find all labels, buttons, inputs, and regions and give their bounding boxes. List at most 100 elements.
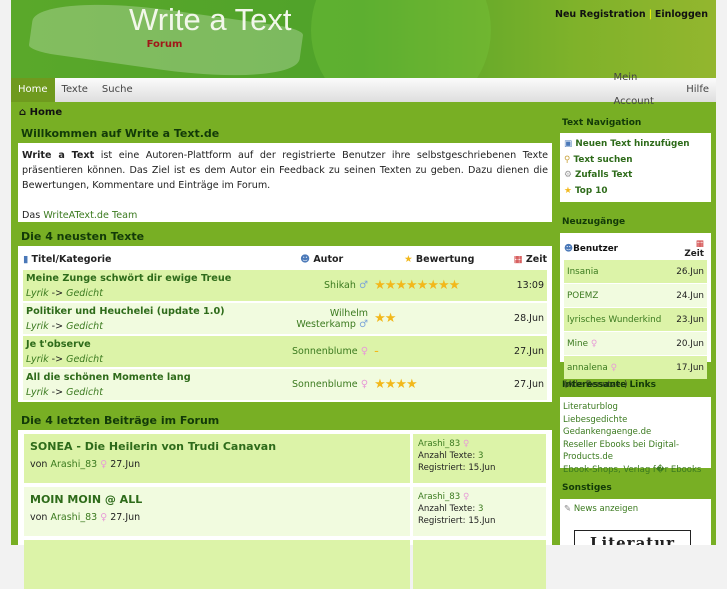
female-icon: ♀	[610, 362, 618, 373]
post-date: 27.Jun	[110, 512, 141, 523]
author-link[interactable]: Sonnenblume	[292, 346, 358, 357]
neu-box: ☻Benutzer ▦ Zeit Insania 26.Jun POEMZ 24.J…	[560, 233, 711, 390]
links-box: Literaturblog Liebesgedichte Gedankengae…	[560, 397, 711, 475]
nav-suche[interactable]: Suche	[95, 78, 140, 102]
nav-texte[interactable]: Texte	[55, 78, 95, 102]
link-literaturblog[interactable]: Literaturblog	[563, 401, 708, 414]
forum-box: SONEA - Die Heilerin von Trudi Canavan vo…	[18, 430, 552, 589]
text-category: Lyrik -> Gedicht	[26, 321, 269, 332]
subcategory-link[interactable]: Gedicht	[66, 387, 103, 398]
team-link[interactable]: WriteAText.de Team	[43, 210, 137, 221]
join-date: 24.Jun	[676, 290, 704, 301]
misc-title: Sonstiges	[562, 483, 612, 493]
new-user-row[interactable]: annalena ♀ 17.Jun	[564, 356, 707, 379]
search-text-link[interactable]: ⚲ Text suchen	[564, 153, 707, 169]
rating-stars: -	[374, 344, 379, 359]
news-link[interactable]: ✎ News anzeigen	[564, 504, 707, 514]
col-user: Benutzer	[573, 244, 618, 254]
count-label: Anzahl Texte:	[418, 504, 476, 514]
text-row[interactable]: Meine Zunge schwört dir ewige Treue Lyrik…	[23, 270, 547, 301]
add-text-link[interactable]: ▣ Neuen Text hinzufügen	[564, 137, 707, 153]
new-user-row[interactable]: Insania 26.Jun	[564, 260, 707, 283]
author-link[interactable]: Shikah	[324, 280, 356, 291]
text-title[interactable]: Je t'observe	[26, 339, 269, 350]
category-link[interactable]: Lyrik	[26, 387, 49, 398]
col-author: Autor	[313, 253, 344, 265]
nav-home[interactable]: Home	[11, 78, 55, 102]
category-link[interactable]: Lyrik	[26, 321, 49, 332]
welcome-text: ist eine Autoren-Plattform auf der regis…	[22, 150, 549, 191]
join-date: 20.Jun	[676, 338, 704, 349]
text-row[interactable]: Je t'observe Lyrik -> Gedicht Sonnenblume…	[23, 336, 547, 367]
text-title[interactable]: Meine Zunge schwört dir ewige Treue	[26, 273, 269, 284]
post-user-link[interactable]: Arashi_83	[51, 459, 98, 470]
text-row[interactable]: All die schönen Momente lang Lyrik -> Ged…	[23, 369, 547, 400]
subcategory-link[interactable]: Gedicht	[66, 354, 103, 365]
male-icon: ♂	[359, 280, 369, 291]
poster-link[interactable]: Arashi_83	[418, 492, 460, 502]
link-reseller-ebooks[interactable]: Reseller Ebooks bei Digital-Products.de	[563, 439, 708, 464]
link-ebook-shops[interactable]: Ebook-Shops, Verlag f�r Ebooks	[563, 464, 708, 477]
post-by: von	[30, 459, 48, 470]
female-icon: ♀	[462, 492, 470, 502]
new-user-row[interactable]: lyrisches Wunderkind 23.Jun	[564, 308, 707, 331]
text-category: Lyrik -> Gedicht	[26, 288, 269, 299]
female-icon: ♀	[360, 379, 369, 390]
random-text-link[interactable]: ⚙ Zufalls Text	[564, 168, 707, 184]
login-link[interactable]: Einloggen	[655, 9, 708, 20]
forum-post: MOIN MOIN @ ALL von Arashi_83 ♀ 27.Jun Ar…	[24, 487, 546, 536]
top10-link[interactable]: ★ Top 10	[564, 184, 707, 200]
male-icon: ♂	[359, 318, 369, 330]
subcategory-link[interactable]: Gedicht	[66, 321, 103, 332]
post-user-link[interactable]: Arashi_83	[51, 512, 98, 523]
col-title: Titel/Kategorie	[31, 253, 112, 265]
category-link[interactable]: Lyrik	[26, 354, 49, 365]
link-liebesgedichte[interactable]: Liebesgedichte Gedankengaenge.de	[563, 414, 708, 439]
welcome-title: Willkommen auf Write a Text.de	[21, 127, 220, 140]
post-date: 27.Jun	[110, 459, 141, 470]
nav-mein-account[interactable]: Mein Account	[607, 66, 680, 114]
calendar-icon: ▦	[513, 253, 523, 265]
count-label: Anzahl Texte:	[418, 451, 476, 461]
breadcrumb-home[interactable]: Home	[30, 107, 62, 118]
literatur-banner[interactable]: Literatur	[574, 530, 691, 545]
new-user-row[interactable]: POEMZ 24.Jun	[564, 284, 707, 307]
user-link[interactable]: Insania	[567, 267, 599, 277]
user-link[interactable]: Mine	[567, 339, 588, 349]
post-title[interactable]: MOIN MOIN @ ALL	[30, 493, 404, 506]
text-time: 13:09	[516, 280, 544, 291]
table-header: ▮ Titel/Kategorie ☻ Autor ★ Bewertung ▦ …	[23, 250, 547, 268]
user-link[interactable]: annalena	[567, 363, 608, 373]
post-title[interactable]: SONEA - Die Heilerin von Trudi Canavan	[30, 440, 404, 453]
join-date: 23.Jun	[676, 314, 704, 325]
text-title[interactable]: All die schönen Momente lang	[26, 372, 269, 383]
female-icon: ♀	[100, 459, 108, 470]
text-time: 28.Jun	[514, 313, 544, 324]
text-title[interactable]: Politiker und Heuchelei (update 1.0)	[26, 306, 269, 317]
top-links: Neu Registration | Einloggen	[555, 9, 708, 20]
author-link[interactable]: Sonnenblume	[292, 379, 358, 390]
category-arrow: ->	[51, 353, 64, 365]
post-by: von	[30, 512, 48, 523]
user-icon: ☻	[300, 253, 311, 265]
col-rating: Bewertung	[415, 253, 475, 265]
text-category: Lyrik -> Gedicht	[26, 387, 269, 398]
user-link[interactable]: lyrisches Wunderkind	[567, 315, 661, 325]
search-text-label: Text suchen	[573, 154, 633, 165]
reg-label: Registriert:	[418, 516, 466, 526]
text-row[interactable]: Politiker und Heuchelei (update 1.0) Lyri…	[23, 303, 547, 334]
textnav-title: Text Navigation	[562, 118, 642, 128]
neu-title: Neuzugänge	[562, 217, 626, 227]
subcategory-link[interactable]: Gedicht	[66, 288, 103, 299]
user-link[interactable]: POEMZ	[567, 291, 598, 301]
gear-icon: ⚙	[564, 170, 572, 180]
join-date: 26.Jun	[676, 266, 704, 277]
nav-hilfe[interactable]: Hilfe	[679, 78, 716, 102]
category-link[interactable]: Lyrik	[26, 288, 49, 299]
register-link[interactable]: Neu Registration	[555, 9, 646, 20]
poster-link[interactable]: Arashi_83	[418, 439, 460, 449]
author-link[interactable]: Wilhelm Westerkamp	[296, 308, 368, 330]
new-user-row[interactable]: Mine ♀ 20.Jun	[564, 332, 707, 355]
add-text-label: Neuen Text hinzufügen	[575, 139, 690, 149]
female-icon: ♀	[590, 338, 598, 349]
